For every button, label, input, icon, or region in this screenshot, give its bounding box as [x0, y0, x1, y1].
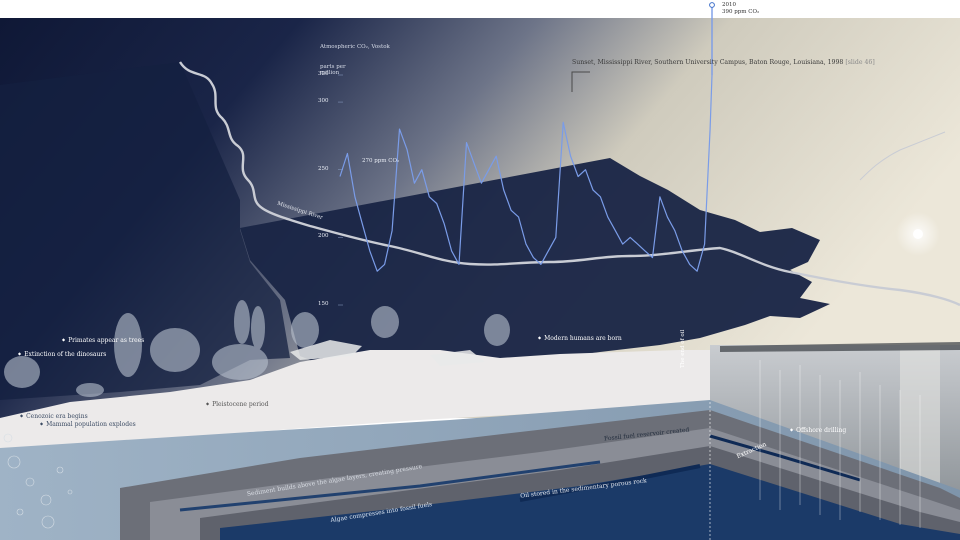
- y-tick-label-150: 150: [318, 301, 329, 307]
- y-tick-label-300: 300: [318, 98, 329, 105]
- event-primates: Primates appear as trees: [62, 337, 144, 345]
- top-band: [0, 0, 960, 18]
- photo-caption: Sunset, Mississippi River, Southern Univ…: [572, 59, 875, 67]
- scene-illustration: [0, 0, 960, 540]
- timeline-label: The end of oil: [680, 329, 686, 368]
- annotation-270ppm: 270 ppm CO₂: [362, 158, 400, 164]
- event-cenozoic: Cenozoic era begins: [20, 413, 88, 421]
- event-drilling: Offshore drilling: [790, 427, 846, 435]
- y-tick-label-320: 320: [318, 71, 329, 77]
- event-mammal: Mammal population explodes: [40, 421, 136, 429]
- event-dinosaurs: Extinction of the dinosaurs: [18, 351, 106, 359]
- photo-caption-text: Sunset, Mississippi River, Southern Univ…: [572, 59, 844, 66]
- event-pleistocene: Pleistocene period: [206, 401, 268, 409]
- annotation-390ppm: 390 ppm CO₂: [722, 9, 760, 15]
- event-humans: Modern humans are born: [538, 335, 622, 343]
- y-tick-label-200: 200: [318, 233, 329, 240]
- photo-caption-ref: [slide 46]: [845, 59, 875, 66]
- chart-title: Atmospheric CO₂, Vostok: [320, 44, 390, 50]
- y-tick-label-250: 250: [318, 165, 329, 172]
- annotation-year: 2010: [722, 2, 736, 8]
- infographic-stage: Atmospheric CO₂, Vostok parts per millio…: [0, 0, 960, 540]
- current-co2-marker: [709, 2, 715, 8]
